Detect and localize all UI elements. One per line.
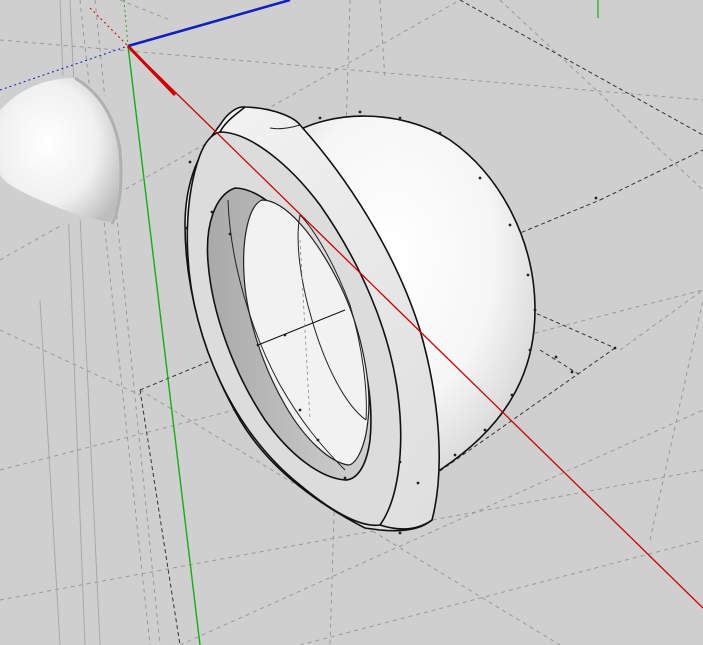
green-axis <box>127 45 201 645</box>
red-axis-dotted <box>89 7 129 47</box>
dome-cap-with-rim[interactable] <box>184 106 536 532</box>
green-axis-dotted <box>123 0 129 47</box>
3d-scene[interactable] <box>0 0 703 645</box>
blue-axis <box>127 0 291 48</box>
modeling-viewport[interactable] <box>0 0 703 645</box>
dome-copy[interactable] <box>0 75 126 225</box>
